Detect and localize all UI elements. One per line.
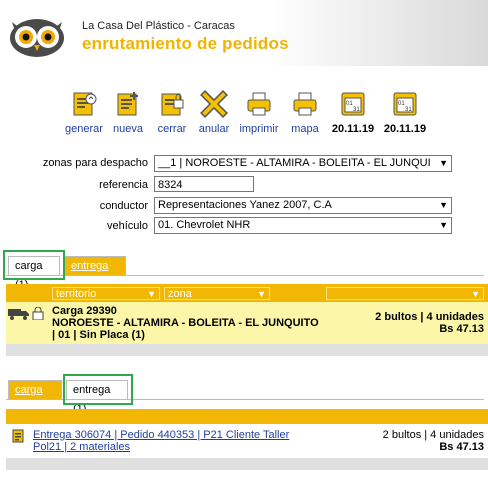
nueva-button[interactable]: nueva <box>108 90 148 135</box>
calendar-31-icon: 01 31 <box>393 92 417 116</box>
entrega-materiales-link[interactable]: Pol21 | 2 materiales <box>33 441 130 453</box>
generate-document-icon <box>73 92 97 116</box>
lock-document-icon <box>161 93 184 116</box>
printer-icon <box>247 92 271 116</box>
carga-summary: 2 bultos | 4 unidades <box>375 311 484 323</box>
tab-entrega[interactable]: entrega (1) <box>64 256 126 291</box>
entrega-summary: 2 bultos | 4 unidades <box>382 429 484 441</box>
dropdown-arrow-icon: ▼ <box>471 289 480 299</box>
owl-logo-icon <box>10 19 64 57</box>
cerrar-label: cerrar <box>157 123 187 135</box>
fecha-hasta-label: 20.11.19 <box>383 123 427 135</box>
entrega-amount: Bs 47.13 <box>439 441 484 453</box>
carga-vehicle: | 01 | Sin Placa (1) <box>52 329 145 341</box>
cancel-x-icon <box>200 90 228 118</box>
dropdown-arrow-icon: ▼ <box>147 289 156 299</box>
page-title: enrutamiento de pedidos <box>82 34 289 53</box>
carga-header-bar: territorio ▼ zona ▼ ▼ <box>6 284 488 302</box>
vehiculo-label: vehículo <box>107 220 148 232</box>
dropdown-arrow-icon: ▼ <box>257 289 266 299</box>
tab-carga[interactable]: carga (1) <box>8 380 62 415</box>
extra-filter[interactable]: ▼ <box>326 287 484 300</box>
conductor-label: conductor <box>99 200 148 212</box>
generar-label: generar <box>65 123 103 135</box>
vehiculo-value: 01. Chevrolet NHR <box>158 219 251 231</box>
territorio-label: territorio <box>56 288 97 300</box>
cerrar-button[interactable]: cerrar <box>152 90 192 135</box>
mapa-button[interactable]: mapa <box>286 90 324 135</box>
zonas-value: __1 | NOROESTE - ALTAMIRA - BOLEITA - EL… <box>158 157 431 169</box>
entrega-link[interactable]: Entrega 306074 | Pedido 440353 | P21 Cli… <box>33 429 289 441</box>
zona-filter[interactable]: zona ▼ <box>164 287 270 300</box>
dropdown-arrow-icon: ▼ <box>439 200 448 210</box>
entrega-header-bar <box>6 409 488 424</box>
anular-button[interactable]: anular <box>195 90 233 135</box>
carga-row[interactable]: Carga 29390 NOROESTE - ALTAMIRA - BOLEIT… <box>6 302 488 344</box>
lock-icon <box>32 307 44 320</box>
svg-text:31: 31 <box>353 107 360 113</box>
zonas-select[interactable]: __1 | NOROESTE - ALTAMIRA - BOLEITA - EL… <box>154 155 452 172</box>
new-document-icon <box>117 92 138 116</box>
company-name: La Casa Del Plástico - Caracas <box>82 20 235 32</box>
fecha-hasta-button[interactable]: 01 31 20.11.19 <box>382 90 428 135</box>
svg-text:31: 31 <box>405 107 412 113</box>
conductor-select[interactable]: Representaciones Yanez 2007, C.A ▼ <box>154 197 452 214</box>
zona-label: zona <box>168 288 192 300</box>
mapa-label: mapa <box>291 123 319 135</box>
vehiculo-select[interactable]: 01. Chevrolet NHR ▼ <box>154 217 452 234</box>
carga-footer-bar <box>6 344 488 356</box>
conductor-value: Representaciones Yanez 2007, C.A <box>158 199 332 211</box>
imprimir-label: imprimir <box>239 123 279 135</box>
fecha-desde-button[interactable]: 01 31 20.11.19 <box>330 90 376 135</box>
referencia-label: referencia <box>99 179 148 191</box>
highlight-frame <box>63 374 133 405</box>
truck-icon <box>8 309 29 320</box>
entrega-row[interactable]: Entrega 306074 | Pedido 440353 | P21 Cli… <box>6 424 488 458</box>
app-header: La Casa Del Plástico - Caracas enrutamie… <box>0 0 488 66</box>
carga-title: Carga 29390 <box>52 305 117 317</box>
referencia-input[interactable]: 8324 <box>154 176 254 192</box>
carga-amount: Bs 47.13 <box>439 323 484 335</box>
highlight-frame <box>3 250 65 280</box>
map-printer-icon <box>293 92 317 116</box>
carga-route: NOROESTE - ALTAMIRA - BOLEITA - EL JUNQU… <box>52 317 319 329</box>
fecha-desde-label: 20.11.19 <box>331 123 375 135</box>
generar-button[interactable]: generar <box>62 90 106 135</box>
calendar-01-icon: 01 31 <box>341 92 365 116</box>
zonas-label: zonas para despacho <box>42 157 148 169</box>
dropdown-arrow-icon: ▼ <box>439 220 448 230</box>
imprimir-button[interactable]: imprimir <box>236 90 282 135</box>
dropdown-arrow-icon: ▼ <box>439 158 448 168</box>
document-list-icon <box>12 429 24 443</box>
anular-label: anular <box>198 123 230 135</box>
territorio-filter[interactable]: territorio ▼ <box>52 287 160 300</box>
entrega-footer-bar <box>6 458 488 470</box>
nueva-label: nueva <box>113 123 143 135</box>
